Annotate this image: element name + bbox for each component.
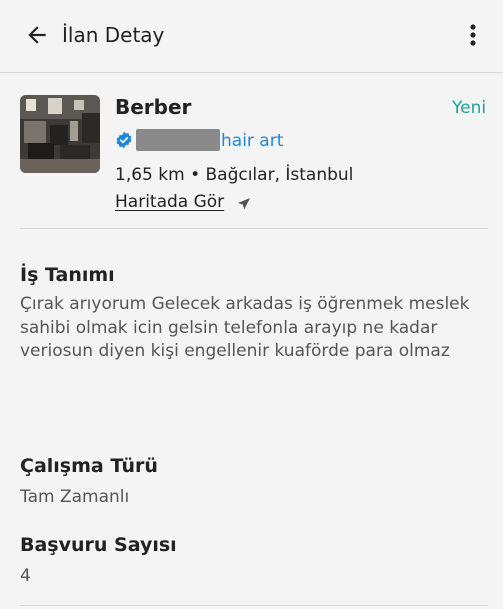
more-options-button[interactable] [460, 18, 486, 52]
new-badge: Yeni [452, 98, 487, 118]
application-count-heading: Başvuru Sayısı [20, 534, 177, 556]
arrow-left-icon [28, 26, 46, 44]
company-name-redacted [136, 129, 220, 151]
page-title: İlan Detay [62, 23, 165, 47]
job-description-text: Çırak arıyorum Gelecek arkadas iş öğrenm… [20, 294, 470, 361]
job-description-heading: İş Tanımı [20, 264, 115, 286]
company-name[interactable]: hair art [221, 131, 283, 151]
verified-check-icon [116, 131, 132, 149]
job-thumbnail [20, 95, 100, 173]
navigation-arrow-icon[interactable] [236, 196, 252, 212]
job-location: 1,65 km • Bağcılar, İstanbul [115, 165, 354, 185]
application-count-value: 4 [20, 566, 31, 586]
app-bar: İlan Detay [0, 0, 503, 73]
back-button[interactable] [20, 18, 54, 52]
divider [20, 228, 488, 229]
show-on-map-link[interactable]: Haritada Gör [115, 192, 224, 212]
divider [20, 605, 488, 606]
work-type-value: Tam Zamanlı [20, 487, 130, 507]
more-vertical-icon [470, 24, 476, 46]
work-type-heading: Çalışma Türü [20, 455, 158, 477]
job-title: Berber [115, 95, 192, 119]
